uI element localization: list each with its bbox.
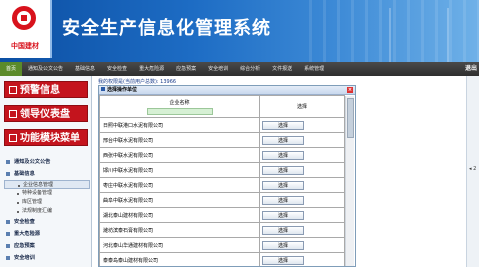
column-header-select: 选择	[259, 95, 345, 118]
function-menu-label: 功能模块菜单	[20, 133, 80, 144]
select-unit-dialog: 选择操作单位 × 企业名称 选择 日照中联港口水泥有限公司 选择 邢台中联水泥有限…	[98, 85, 356, 267]
top-nav: 首页 通知及公文公告 基础信息 安全检查 重大危险源 应急预案 安全培训 综合分…	[0, 62, 479, 76]
column-label-company-name: 企业名称	[169, 99, 190, 106]
nav-item-home[interactable]: 首页	[0, 62, 23, 76]
select-button[interactable]: 选择	[262, 195, 304, 205]
sidebar-item-safety-training[interactable]: 安全培训	[4, 252, 90, 264]
table-row: 邯川中联水泥有限公司 选择	[99, 162, 345, 178]
select-cell: 选择	[259, 177, 345, 193]
scrollbar-thumb[interactable]	[347, 98, 354, 138]
sidebar-subitem-special-equipment[interactable]: 特种设备管理	[4, 189, 90, 198]
sidebar-item-hazard-source[interactable]: 重大危险源	[4, 228, 90, 240]
dialog-title-bar: 选择操作单位 ×	[99, 86, 355, 95]
nav-item-basic-info[interactable]: 基础信息	[69, 62, 101, 76]
function-menu-button[interactable]: 功能模块菜单	[4, 129, 88, 146]
header-divider	[50, 0, 52, 58]
select-cell: 选择	[259, 252, 345, 266]
table-row: 河北泰山华通建材有限公司 选择	[99, 237, 345, 253]
select-button[interactable]: 选择	[262, 135, 304, 145]
sidebar-item-basic-info[interactable]: 基础信息	[4, 168, 90, 180]
leader-dashboard-button[interactable]: 领导仪表盘	[4, 105, 88, 122]
company-name-cell: 邢台中联水泥有限公司	[99, 132, 260, 148]
nav-item-system[interactable]: 系统管理	[298, 62, 330, 76]
table-row: 曲阜中联水泥有限公司 选择	[99, 192, 345, 208]
nav-item-hazard-source[interactable]: 重大危险源	[133, 62, 170, 76]
company-name-cell: 泰泰岛泰山建材有限公司	[99, 252, 260, 266]
leader-dashboard-label: 领导仪表盘	[20, 109, 70, 120]
app-title: 安全生产信息化管理系统	[62, 18, 271, 39]
column-header-company-name: 企业名称	[99, 95, 260, 118]
right-collapse-strip: ◂ 2	[466, 76, 479, 267]
company-name-cell: 湖北泰山建材有限公司	[99, 207, 260, 223]
company-name-cell: 邯川中联水泥有限公司	[99, 162, 260, 178]
select-button[interactable]: 选择	[262, 210, 304, 220]
nav-item-analysis[interactable]: 综合分析	[234, 62, 266, 76]
app-header: 中国建材 安全生产信息化管理系统	[0, 0, 479, 62]
select-button[interactable]: 选择	[262, 120, 304, 130]
sidebar-item-safety-check[interactable]: 安全检查	[4, 216, 90, 228]
company-name-cell: 河北泰山华通建材有限公司	[99, 237, 260, 253]
table-row: 日照中联港口水泥有限公司 选择	[99, 117, 345, 133]
company-name-cell: 曲阜中联水泥有限公司	[99, 192, 260, 208]
table-row: 西张中联水泥有限公司 选择	[99, 147, 345, 163]
table-row: 湖北泰山建材有限公司 选择	[99, 207, 345, 223]
company-logo: 中国建材	[0, 0, 50, 58]
select-button[interactable]: 选择	[262, 180, 304, 190]
select-cell: 选择	[259, 162, 345, 178]
square-icon	[9, 110, 17, 118]
select-button[interactable]: 选择	[262, 225, 304, 235]
select-cell: 选择	[259, 237, 345, 253]
table-row: 泰泰岛泰山建材有限公司 选择	[99, 252, 345, 266]
sidebar-subitem-regulations[interactable]: 法规制度汇编	[4, 207, 90, 216]
sidebar-subitem-storage-area[interactable]: 库区管理	[4, 198, 90, 207]
select-cell: 选择	[259, 132, 345, 148]
user-info-line: 我的权限是(当前用户总数): 13966	[98, 79, 177, 85]
company-table: 企业名称 选择 日照中联港口水泥有限公司 选择 邢台中联水泥有限公司 选择 西张中联…	[99, 95, 345, 266]
dialog-title-icon	[101, 87, 105, 91]
header-decoration-building	[389, 8, 449, 62]
company-name-cell: 日照中联港口水泥有限公司	[99, 117, 260, 133]
nav-item-safety-check[interactable]: 安全检查	[101, 62, 133, 76]
nav-item-notices[interactable]: 通知及公文公告	[22, 62, 69, 76]
warning-info-button[interactable]: 预警信息	[4, 81, 88, 98]
select-button[interactable]: 选择	[262, 240, 304, 250]
table-row: 邢台中联水泥有限公司 选择	[99, 132, 345, 148]
sidebar-menu: 通知及公文公告 基础信息 企业信息管理 特种设备管理 库区管理 法规制度汇编 安…	[4, 156, 90, 264]
nav-item-file-submit[interactable]: 文件报送	[266, 62, 298, 76]
logo-text: 中国建材	[11, 42, 39, 50]
dialog-title: 选择操作单位	[107, 87, 138, 93]
nav-item-safety-training[interactable]: 安全培训	[202, 62, 234, 76]
square-icon	[9, 86, 17, 94]
select-button[interactable]: 选择	[262, 150, 304, 160]
sidebar: 预警信息 领导仪表盘 功能模块菜单 通知及公文公告 基础信息 企业信息管理 特种…	[0, 76, 92, 267]
nav-item-emergency-plan[interactable]: 应急预案	[170, 62, 202, 76]
close-icon[interactable]: ×	[347, 87, 353, 93]
sidebar-item-notices[interactable]: 通知及公文公告	[4, 156, 90, 168]
warning-info-label: 预警信息	[20, 85, 60, 96]
table-row: 潍坊滨泰石膏有限公司 选择	[99, 222, 345, 238]
sidebar-item-emergency-plan[interactable]: 应急预案	[4, 240, 90, 252]
sidebar-subitem-company-info[interactable]: 企业信息管理	[4, 180, 90, 189]
select-cell: 选择	[259, 147, 345, 163]
dialog-scrollbar[interactable]	[345, 96, 354, 266]
select-cell: 选择	[259, 192, 345, 208]
select-button[interactable]: 选择	[262, 165, 304, 175]
select-cell: 选择	[259, 207, 345, 223]
square-icon	[9, 134, 17, 142]
company-name-cell: 潍坊滨泰石膏有限公司	[99, 222, 260, 238]
expand-arrow-icon[interactable]: ◂ 2	[469, 166, 476, 172]
logout-link[interactable]: 退出	[465, 62, 477, 76]
select-button[interactable]: 选择	[262, 255, 304, 265]
main-content: 我的权限是(当前用户总数): 13966 ◂ 2 选择操作单位 × 企业名称 选…	[92, 76, 479, 267]
table-row: 枣庄中联水泥有限公司 选择	[99, 177, 345, 193]
logo-emblem-icon	[12, 6, 36, 30]
company-name-cell: 西张中联水泥有限公司	[99, 147, 260, 163]
company-name-cell: 枣庄中联水泥有限公司	[99, 177, 260, 193]
select-cell: 选择	[259, 222, 345, 238]
select-cell: 选择	[259, 117, 345, 133]
company-name-filter-input[interactable]	[146, 107, 213, 115]
